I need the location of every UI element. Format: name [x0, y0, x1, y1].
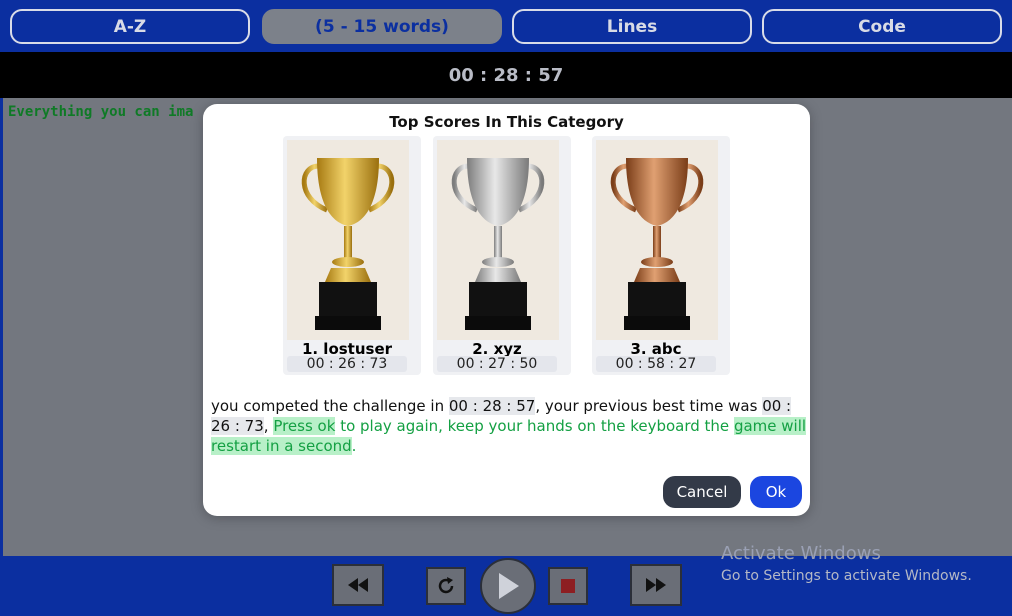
ok-button[interactable]: Ok [750, 476, 802, 508]
message-text: , your previous best time was [535, 397, 763, 415]
bronze-trophy-icon [596, 140, 718, 340]
fast-forward-icon [646, 578, 666, 592]
score-time: 00 : 27 : 50 [437, 356, 557, 372]
watermark-title: Activate Windows [721, 543, 881, 564]
watermark-subtitle: Go to Settings to activate Windows. [721, 568, 972, 584]
timer-display: 00 : 28 : 57 [448, 64, 564, 86]
score-time: 00 : 26 : 73 [287, 356, 407, 372]
play-button[interactable] [480, 558, 536, 614]
tab-5-15-words[interactable]: (5 - 15 words) [262, 9, 502, 44]
typing-text: Everything you can ima [8, 104, 194, 120]
message-text: you competed the challenge in [211, 397, 449, 415]
current-time: 00 : 28 : 57 [448, 397, 536, 415]
message-text: to play again, keep your hands on the ke… [335, 417, 734, 435]
tab-lines[interactable]: Lines [512, 9, 752, 44]
silver-trophy-icon [437, 140, 559, 340]
score-time: 00 : 58 : 27 [596, 356, 716, 372]
message-text: . [351, 437, 357, 455]
cancel-button[interactable]: Cancel [663, 476, 741, 508]
score-card-1: 1. lostuser 00 : 26 : 73 [283, 136, 421, 375]
restart-button[interactable] [426, 567, 466, 605]
tab-bar: A-Z (5 - 15 words) Lines Code [0, 0, 1012, 52]
tab-label: (5 - 15 words) [315, 16, 449, 37]
play-icon [499, 573, 519, 599]
stop-button[interactable] [548, 567, 588, 605]
score-card-3: 3. abc 00 : 58 : 27 [592, 136, 730, 375]
tab-a-z[interactable]: A-Z [10, 9, 250, 44]
tab-label: Code [858, 16, 906, 37]
rewind-icon [348, 578, 368, 592]
rewind-button[interactable] [332, 564, 384, 606]
timer-bar: 00 : 28 : 57 [0, 52, 1012, 98]
restart-icon [438, 577, 454, 594]
tab-label: A-Z [113, 16, 147, 37]
tab-code[interactable]: Code [762, 9, 1002, 44]
tab-label: Lines [606, 16, 658, 37]
dialog-title: Top Scores In This Category [389, 113, 624, 131]
fast-forward-button[interactable] [630, 564, 682, 606]
message-text: , [263, 417, 274, 435]
top-scores-dialog: Top Scores In This Category 1. lostuser [203, 104, 810, 516]
result-message: you competed the challenge in 00 : 28 : … [211, 396, 807, 456]
activation-watermark: Activate Windows Go to Settings to activ… [721, 543, 972, 584]
stop-icon [561, 579, 575, 593]
score-card-2: 2. xyz 00 : 27 : 50 [433, 136, 571, 375]
press-ok-hint: Press ok [273, 417, 336, 435]
left-border [0, 98, 3, 556]
gold-trophy-icon [287, 140, 409, 340]
